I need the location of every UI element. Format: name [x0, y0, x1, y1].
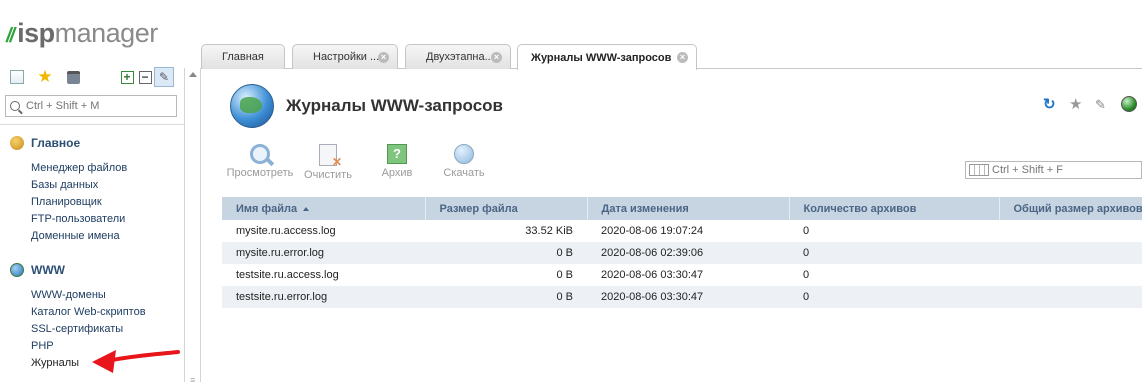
tab-settings[interactable]: Настройки ... ×: [292, 44, 398, 69]
home-icon: [10, 136, 24, 150]
sort-asc-icon: [303, 206, 310, 211]
collapse-all-icon[interactable]: −: [136, 68, 154, 86]
archive-button[interactable]: ? Архив: [361, 144, 433, 179]
nav-section-main: Главное Менеджер файлов Базы данных План…: [10, 135, 127, 245]
nav-section-title: WWW: [31, 263, 65, 277]
sidebar-item-domain-names[interactable]: Доменные имена: [31, 228, 127, 245]
cell-modified: 2020-08-06 19:07:24: [601, 225, 704, 237]
sidebar-search-input[interactable]: [26, 100, 166, 112]
download-button[interactable]: Скачать: [428, 144, 500, 179]
sidebar-splitter[interactable]: ≡: [184, 68, 201, 382]
book-icon[interactable]: [64, 68, 82, 86]
logo-manager-text: manager: [54, 18, 159, 48]
table-row[interactable]: testsite.ru.error.log 0 B 2020-08-06 03:…: [222, 286, 1142, 308]
sidebar-item-www-domains[interactable]: WWW-домены: [31, 287, 146, 304]
col-header-archive-size[interactable]: Общий размер архивов: [999, 197, 1142, 220]
cell-modified: 2020-08-06 02:39:06: [587, 242, 789, 264]
tab-close-icon[interactable]: ×: [491, 52, 502, 63]
red-arrow-annotation: [92, 350, 180, 373]
col-header-modified[interactable]: Дата изменения: [587, 197, 790, 220]
sidebar-divider: [0, 124, 184, 125]
col-header-filename[interactable]: Имя файла: [222, 197, 426, 220]
refresh-icon[interactable]: ↻: [1043, 96, 1056, 114]
table-header-row: Имя файла Размер файла Дата изменения Ко…: [222, 197, 1142, 220]
nav-section-title: Главное: [31, 136, 81, 150]
sidebar-item-web-scripts[interactable]: Каталог Web-скриптов: [31, 304, 146, 321]
cell-modified: 2020-08-06 03:30:47: [601, 269, 704, 281]
magnifier-icon: [250, 144, 270, 164]
cell-archive-count: 0: [803, 225, 810, 237]
tab-label: Настройки ...: [313, 51, 380, 63]
sidebar-toolbar: ★ + − ✎: [8, 67, 178, 88]
download-label: Скачать: [443, 167, 485, 179]
cell-archive-count: 0: [803, 269, 810, 281]
filter-grid-icon: [969, 164, 989, 176]
table-row[interactable]: mysite.ru.error.log 0 B 2020-08-06 02:39…: [222, 242, 1142, 264]
splitter-grip-icon[interactable]: ≡: [190, 376, 195, 382]
tab-www-logs[interactable]: Журналы WWW-запросов ×: [517, 44, 697, 70]
sidebar-item-databases[interactable]: Базы данных: [31, 177, 127, 194]
cell-size: 0 B: [425, 286, 587, 308]
cell-modified: 2020-08-06 03:30:47: [587, 286, 789, 308]
cell-archive-size: [999, 264, 1142, 286]
view-label: Просмотреть: [226, 167, 294, 179]
favorite-star-icon[interactable]: ★: [1069, 96, 1082, 114]
www-globe-icon: [230, 84, 274, 128]
cell-filename: mysite.ru.error.log: [222, 242, 425, 264]
clear-file-icon: [319, 144, 342, 169]
scroll-up-icon[interactable]: [189, 72, 197, 77]
nav-section-main-header[interactable]: Главное: [10, 135, 127, 151]
pin-icon[interactable]: ✎: [1095, 96, 1106, 114]
col-header-archive-count[interactable]: Количество архивов: [789, 197, 1000, 220]
pin-icon[interactable]: ✎: [154, 67, 174, 87]
cell-size: 33.52 KiB: [525, 225, 573, 237]
table-row[interactable]: mysite.ru.access.log 33.52 KiB 2020-08-0…: [222, 220, 1142, 242]
tab-home[interactable]: Главная: [201, 44, 285, 69]
view-button[interactable]: Просмотреть: [224, 144, 296, 179]
sidebar-item-ftp-users[interactable]: FTP-пользователи: [31, 211, 127, 228]
table-row[interactable]: testsite.ru.access.log 0 B 2020-08-06 03…: [222, 264, 1142, 286]
col-header-size[interactable]: Размер файла: [425, 197, 588, 220]
sidebar-search[interactable]: [5, 95, 177, 117]
tab-two-factor[interactable]: Двухэтапна... ×: [405, 44, 511, 69]
archive-label: Архив: [381, 167, 413, 179]
archive-icon: ?: [387, 144, 407, 164]
tab-close-icon[interactable]: ×: [378, 52, 389, 63]
tab-label: Журналы WWW-запросов: [531, 51, 672, 64]
cell-size: 0 B: [556, 269, 573, 281]
tab-close-icon[interactable]: ×: [677, 52, 688, 63]
tab-label: Главная: [222, 51, 264, 63]
tab-label: Двухэтапна...: [426, 51, 494, 63]
cell-filename: testsite.ru.access.log: [236, 269, 339, 281]
logo-isp-text: isp: [17, 18, 55, 48]
app-logo[interactable]: // isp manager: [6, 18, 158, 48]
table-search-input[interactable]: [992, 164, 1132, 176]
sidebar-item-ssl-certificates[interactable]: SSL-сертификаты: [31, 321, 146, 338]
globe-icon: [10, 263, 24, 277]
logs-table: Имя файла Размер файла Дата изменения Ко…: [222, 197, 1142, 308]
table-search[interactable]: [965, 161, 1142, 179]
sidebar-item-file-manager[interactable]: Менеджер файлов: [31, 160, 127, 177]
download-icon: [454, 144, 474, 164]
cell-archive-count: 0: [789, 286, 999, 308]
sidebar-item-scheduler[interactable]: Планировщик: [31, 194, 127, 211]
clear-label: Очистить: [304, 169, 352, 181]
expand-all-icon[interactable]: +: [118, 68, 136, 86]
cell-filename: mysite.ru.access.log: [236, 225, 336, 237]
cell-archive-count: 0: [789, 242, 999, 264]
tab-bar: Главная Настройки ... × Двухэтапна... × …: [201, 40, 1142, 70]
cell-filename: testsite.ru.error.log: [222, 286, 425, 308]
search-icon: [10, 101, 20, 111]
nav-section-www-header[interactable]: WWW: [10, 262, 146, 278]
page-title: Журналы WWW-запросов: [286, 96, 503, 115]
clear-button[interactable]: Очистить: [292, 144, 364, 181]
star-icon[interactable]: ★: [36, 67, 54, 86]
cell-archive-size: [999, 220, 1142, 242]
logo-mark-icon: //: [6, 25, 15, 47]
cell-size: 0 B: [425, 242, 587, 264]
tree-icon[interactable]: [8, 68, 26, 86]
cell-archive-size: [999, 286, 1142, 308]
cell-archive-size: [999, 242, 1142, 264]
globe-icon[interactable]: [1121, 96, 1137, 112]
